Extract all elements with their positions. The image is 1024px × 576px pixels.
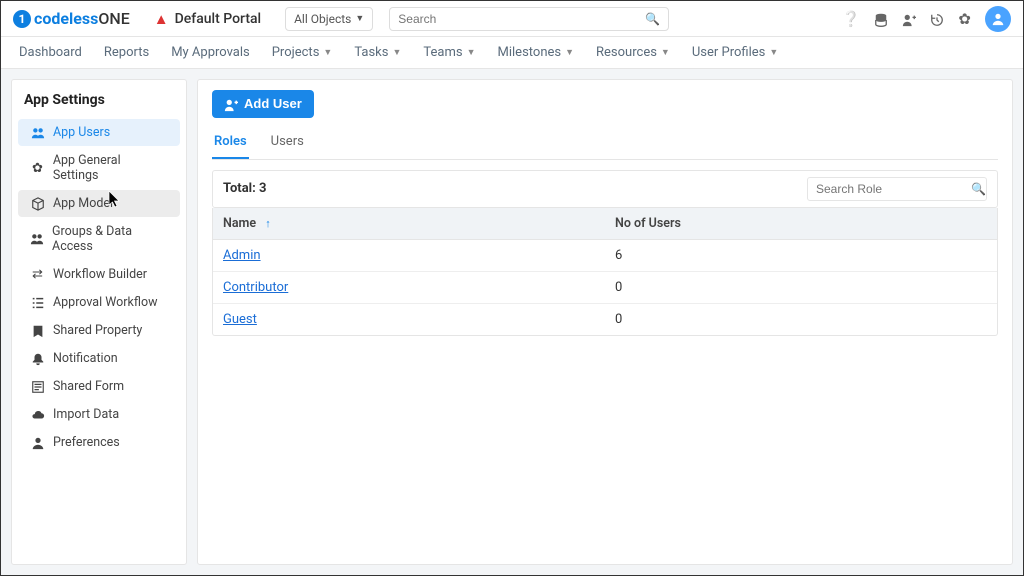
nav-item-dashboard[interactable]: Dashboard (19, 45, 82, 60)
chevron-down-icon: ▼ (565, 47, 574, 58)
settings-icon[interactable]: ✿ (958, 10, 971, 28)
chevron-down-icon: ▼ (661, 47, 670, 58)
total-label: Total: 3 (223, 181, 266, 196)
search-icon: 🔍 (645, 12, 660, 26)
sort-asc-icon: ↑ (265, 217, 271, 230)
logo-text-one: ONE (98, 9, 129, 28)
nav-item-user-profiles[interactable]: User Profiles▼ (692, 45, 778, 60)
logo[interactable]: 1 codelessONE (13, 9, 130, 28)
cube-icon (30, 196, 45, 211)
list-icon (30, 295, 45, 310)
history-icon[interactable] (930, 10, 944, 28)
database-icon[interactable] (874, 10, 888, 28)
top-icons: ❔ ✿ (842, 6, 1011, 32)
bookmark-icon (30, 323, 45, 338)
content-body: App Settings App Users ✿ App General Setti… (1, 69, 1023, 575)
user-plus-icon[interactable] (902, 10, 916, 28)
object-selector-label: All Objects (294, 12, 351, 26)
table-row: Admin 6 (213, 240, 997, 272)
avatar[interactable] (985, 6, 1011, 32)
sidebar-item-app-users[interactable]: App Users (18, 119, 180, 146)
table-header: Name ↑ No of Users (213, 208, 997, 240)
bell-icon (30, 351, 45, 366)
chevron-down-icon: ▼ (467, 47, 476, 58)
sidebar-item-label: App Model (53, 196, 113, 211)
search-role[interactable]: 🔍 (807, 177, 987, 201)
tabs: Roles Users (212, 128, 998, 160)
user-plus-icon (224, 96, 238, 112)
global-search[interactable]: 🔍 (389, 7, 669, 31)
search-role-input[interactable] (816, 182, 971, 196)
help-icon[interactable]: ❔ (842, 10, 861, 28)
sidebar-item-label: Notification (53, 351, 118, 366)
column-name[interactable]: Name ↑ (213, 208, 605, 239)
sidebar-item-label: Shared Form (53, 379, 124, 394)
sidebar-item-label: App Users (53, 125, 110, 140)
sidebar-item-approval-workflow[interactable]: Approval Workflow (18, 289, 180, 316)
column-users[interactable]: No of Users (605, 208, 997, 239)
role-user-count: 0 (605, 304, 997, 335)
object-selector[interactable]: All Objects ▼ (285, 7, 373, 31)
role-user-count: 0 (605, 272, 997, 303)
logo-mark-icon: 1 (13, 10, 31, 28)
cloud-icon (30, 407, 45, 422)
nav-item-teams[interactable]: Teams▼ (423, 45, 475, 60)
sidebar-item-shared-property[interactable]: Shared Property (18, 317, 180, 344)
nav-item-my-approvals[interactable]: My Approvals (171, 45, 250, 60)
sidebar-item-shared-form[interactable]: Shared Form (18, 373, 180, 400)
role-user-count: 6 (605, 240, 997, 271)
search-icon: 🔍 (971, 182, 986, 196)
main-panel: Add User Roles Users Total: 3 🔍 Name ↑ No… (197, 79, 1013, 565)
sidebar-title: App Settings (12, 86, 186, 118)
sidebar-item-groups-data-access[interactable]: Groups & Data Access (18, 218, 180, 260)
sidebar-item-preferences[interactable]: Preferences (18, 429, 180, 456)
main-navbar: Dashboard Reports My Approvals Projects▼ Tas… (1, 37, 1023, 69)
nav-item-reports[interactable]: Reports (104, 45, 149, 60)
global-search-input[interactable] (398, 12, 645, 26)
portal-selector[interactable]: ▲ Default Portal (154, 10, 261, 28)
add-user-label: Add User (244, 96, 302, 111)
tab-roles[interactable]: Roles (212, 128, 249, 159)
sidebar-item-label: Preferences (53, 435, 120, 450)
nav-item-tasks[interactable]: Tasks▼ (354, 45, 401, 60)
chevron-down-icon: ▼ (355, 13, 364, 24)
role-link[interactable]: Contributor (223, 280, 288, 295)
nav-item-resources[interactable]: Resources▼ (596, 45, 670, 60)
nav-item-milestones[interactable]: Milestones▼ (498, 45, 575, 60)
gear-icon: ✿ (30, 161, 45, 176)
sidebar-item-import-data[interactable]: Import Data (18, 401, 180, 428)
sidebar-item-label: Approval Workflow (53, 295, 157, 310)
users-icon (30, 125, 45, 140)
person-icon (30, 435, 45, 450)
role-link[interactable]: Guest (223, 312, 257, 327)
table-row: Guest 0 (213, 304, 997, 335)
sidebar-item-label: Shared Property (53, 323, 142, 338)
group-icon (30, 232, 44, 247)
sidebar-item-workflow-builder[interactable]: ⇄ Workflow Builder (18, 261, 180, 288)
sidebar-item-app-general-settings[interactable]: ✿ App General Settings (18, 147, 180, 189)
tab-users[interactable]: Users (269, 128, 306, 159)
nav-item-projects[interactable]: Projects▼ (272, 45, 333, 60)
add-user-button[interactable]: Add User (212, 90, 314, 118)
portal-title: Default Portal (175, 11, 261, 27)
topbar: 1 codelessONE ▲ Default Portal All Objec… (1, 1, 1023, 37)
sidebar-item-label: Import Data (53, 407, 119, 422)
sidebar-item-label: App General Settings (53, 153, 168, 183)
chevron-down-icon: ▼ (392, 47, 401, 58)
sidebar-item-label: Workflow Builder (53, 267, 147, 282)
sidebar: App Settings App Users ✿ App General Setti… (11, 79, 187, 565)
total-row: Total: 3 🔍 (212, 170, 998, 208)
chevron-down-icon: ▼ (323, 47, 332, 58)
roles-table: Name ↑ No of Users Admin6Contributor0Gue… (212, 208, 998, 336)
sidebar-item-label: Groups & Data Access (52, 224, 168, 254)
sidebar-item-app-model[interactable]: App Model (18, 190, 180, 217)
logo-text-codeless: codeless (34, 9, 98, 28)
chevron-down-icon: ▼ (769, 47, 778, 58)
form-icon (30, 379, 45, 394)
table-row: Contributor 0 (213, 272, 997, 304)
role-link[interactable]: Admin (223, 248, 261, 263)
swap-icon: ⇄ (30, 267, 45, 282)
sidebar-item-notification[interactable]: Notification (18, 345, 180, 372)
portal-icon: ▲ (154, 10, 169, 28)
